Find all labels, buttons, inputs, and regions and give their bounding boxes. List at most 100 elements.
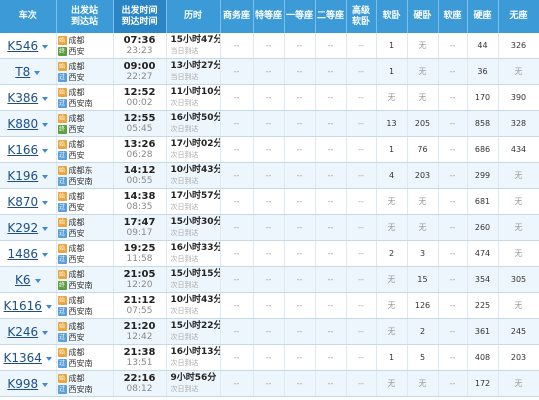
seat-no-seat: 390 (498, 84, 539, 111)
header-first: 一等座 (284, 0, 316, 33)
duration-cell: 9小时56分 次日到达 (166, 370, 221, 397)
station-type-icon: 过 (57, 176, 67, 186)
duration-cell: 16小时50分 次日到达 (166, 110, 221, 137)
seat-deluxe-soft: -- (346, 240, 377, 267)
arrival-day-note: 次日到达 (170, 306, 199, 315)
train-number-link[interactable]: K6 (15, 273, 31, 287)
from-station: 成都 (68, 373, 85, 383)
header-train[interactable]: 车次 (0, 0, 57, 33)
from-station: 成都东 (68, 165, 93, 175)
station-cell: 始成都终西安南 (56, 266, 114, 293)
seat-soft-seat: -- (438, 110, 468, 137)
train-number-link[interactable]: 1486 (7, 247, 38, 261)
arrival-time: 05:45 (126, 123, 153, 134)
chevron-down-icon[interactable] (45, 357, 52, 361)
departure-time: 22:16 (123, 372, 156, 384)
train-number-link[interactable]: K880 (7, 117, 38, 131)
seat-business: -- (220, 214, 254, 241)
seat-second: -- (315, 58, 347, 85)
seat-second: -- (315, 214, 347, 241)
chevron-down-icon[interactable] (42, 149, 49, 153)
seat-hard-seat: 681 (467, 188, 499, 215)
station-cell: 始成都过西安 (56, 318, 114, 345)
header-station[interactable]: 出发站 到达站 (56, 0, 114, 33)
train-number-link[interactable]: K546 (7, 39, 38, 53)
station-type-icon: 始 (57, 295, 67, 305)
train-number-link[interactable]: K998 (7, 377, 38, 391)
duration: 17小时57分 (170, 190, 220, 201)
seat-hard-sleeper: 15 (407, 266, 439, 293)
train-number-link[interactable]: K246 (7, 325, 38, 339)
table-row[interactable]: K6 始成都终西安南 21:05 12:20 15小时15分 次日到达 -- -- -- -- --… (0, 266, 539, 293)
chevron-down-icon[interactable] (42, 175, 49, 179)
seat-business: -- (220, 84, 254, 111)
seat-no-seat: 无 (498, 240, 539, 267)
duration: 16小时13分 (170, 346, 220, 357)
train-number-link[interactable]: K870 (7, 195, 38, 209)
station-type-icon: 始 (57, 165, 67, 175)
seat-business: -- (220, 110, 254, 137)
seat-business: -- (220, 318, 254, 345)
chevron-down-icon[interactable] (42, 45, 49, 49)
duration: 13小时27分 (170, 60, 220, 71)
seat-first: -- (284, 58, 316, 85)
table-row[interactable]: K998 始成都过西安南 22:16 08:12 9小时56分 次日到达 -- -- -- -- -… (0, 370, 539, 397)
arrival-day-note: 次日到达 (170, 176, 199, 185)
table-row[interactable]: K386 始成都过西安南 12:52 00:02 11小时10分 次日到达 -- -- -- --… (0, 84, 539, 111)
station-type-icon: 始 (57, 87, 67, 97)
station-type-icon: 始 (57, 243, 67, 253)
table-row[interactable]: K292 始成都过西安 17:47 09:17 15小时30分 次日到达 -- -- -- -- -… (0, 214, 539, 241)
train-number-link[interactable]: T8 (15, 65, 30, 79)
table-row[interactable]: K166 始成都过西安 13:26 06:28 17小时02分 次日到达 -- -- -- -- -… (0, 136, 539, 163)
chevron-down-icon[interactable] (42, 123, 49, 127)
seat-first: -- (284, 344, 316, 371)
chevron-down-icon[interactable] (42, 383, 49, 387)
table-row[interactable]: 1486 始成都过西安 19:25 11:58 16小时33分 次日到达 -- -- -- -- -… (0, 240, 539, 267)
to-station: 西安南 (68, 280, 93, 290)
seat-business: -- (220, 188, 254, 215)
chevron-down-icon[interactable] (42, 331, 49, 335)
chevron-down-icon[interactable] (34, 279, 41, 283)
chevron-down-icon[interactable] (42, 253, 49, 257)
train-number-link[interactable]: K166 (7, 143, 38, 157)
table-row[interactable]: K1364 始成都过西安南 21:38 13:51 16小时13分 次日到达 -- -- -- -… (0, 344, 539, 371)
chevron-down-icon[interactable] (34, 71, 41, 75)
chevron-down-icon[interactable] (42, 97, 49, 101)
arrival-time: 08:35 (126, 201, 153, 212)
train-number-link[interactable]: K386 (7, 91, 38, 105)
station-cell: 始成都过西安南 (56, 84, 114, 111)
table-row[interactable]: T8 始成都过西安 09:00 22:27 13小时27分 当日到达 -- -- -- -- -- 1… (0, 58, 539, 85)
from-station: 成都 (68, 243, 85, 253)
table-row[interactable]: K880 始成都终西安 12:55 05:45 16小时50分 次日到达 -- -- -- -- -… (0, 110, 539, 137)
table-row[interactable]: K196 始成都东过西安南 14:12 00:55 10小时43分 次日到达 -- -- -- -… (0, 162, 539, 189)
header-duration[interactable]: 历时 (166, 0, 221, 33)
departure-time: 07:36 (123, 34, 156, 46)
chevron-down-icon[interactable] (45, 305, 52, 309)
seat-hard-seat: 36 (467, 58, 499, 85)
train-number-link[interactable]: K196 (7, 169, 38, 183)
table-row[interactable]: K870 始成都过西安 14:38 08:35 17小时57分 次日到达 -- -- -- -- -… (0, 188, 539, 215)
table-row[interactable]: K546 始成都终西安 07:36 23:23 15小时47分 当日到达 -- -- -- -- -… (0, 33, 539, 59)
chevron-down-icon[interactable] (42, 201, 49, 205)
train-number-link[interactable]: K292 (7, 221, 38, 235)
table-row[interactable]: K246 始成都过西安 21:20 12:42 15小时22分 次日到达 -- -- -- -- -… (0, 318, 539, 345)
train-number-link[interactable]: K1364 (4, 351, 42, 365)
arrival-time: 07:55 (126, 305, 153, 316)
seat-soft-seat: -- (438, 318, 468, 345)
station-type-icon: 终 (57, 124, 67, 134)
arrival-day-note: 次日到达 (170, 150, 199, 159)
header-hard-seat: 硬座 (467, 0, 499, 33)
duration: 17小时02分 (170, 138, 220, 149)
train-cell: K166 (0, 136, 57, 163)
chevron-down-icon[interactable] (42, 227, 49, 231)
train-cell: K246 (0, 318, 57, 345)
table-row[interactable]: K1616 始成都过西安南 21:12 07:55 10小时43分 次日到达 -- -- -- -… (0, 292, 539, 319)
header-deluxe-soft: 高级 软卧 (346, 0, 377, 33)
header-time[interactable]: 出发时间 到达时间 (113, 0, 167, 33)
seat-first: -- (284, 136, 316, 163)
seat-hard-seat: 361 (467, 318, 499, 345)
station-type-icon: 终 (57, 280, 67, 290)
seat-second: -- (315, 162, 347, 189)
train-number-link[interactable]: K1616 (4, 299, 42, 313)
arrival-time: 23:23 (126, 45, 153, 56)
